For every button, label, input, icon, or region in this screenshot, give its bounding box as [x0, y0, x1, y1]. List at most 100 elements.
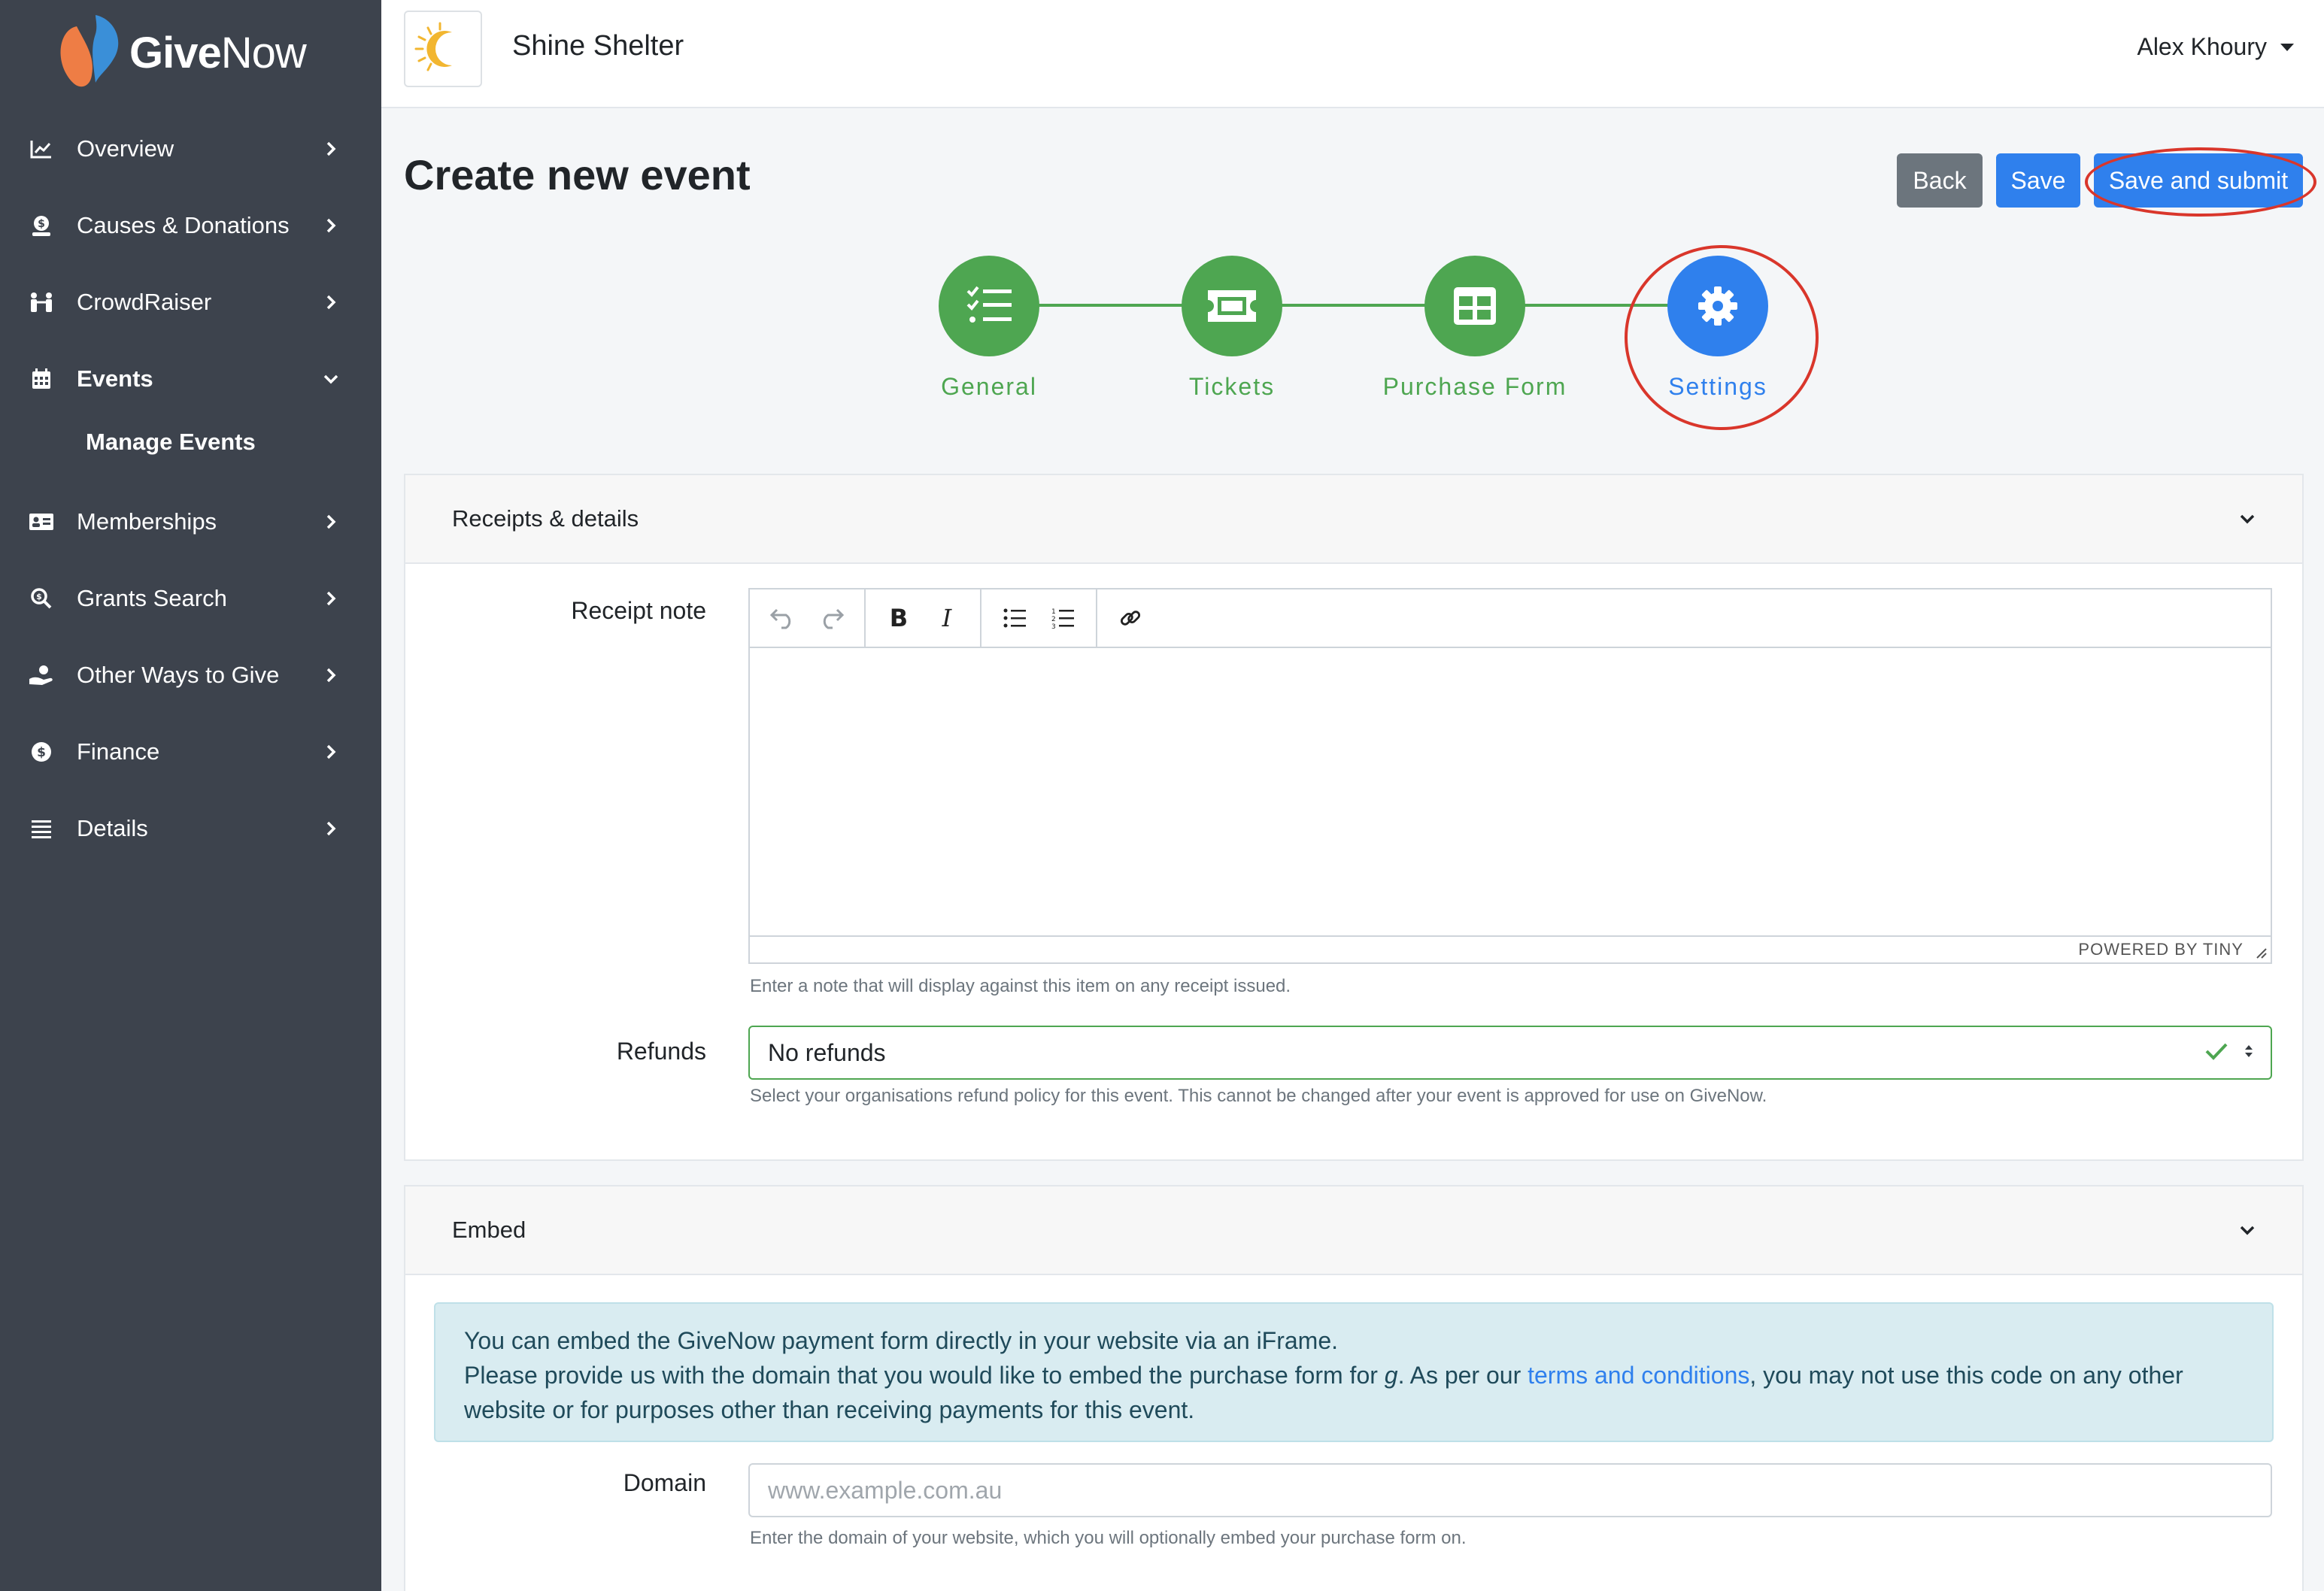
sidebar-item-grants-search[interactable]: $ Grants Search	[0, 568, 381, 629]
sidebar-item-causes[interactable]: $ Causes & Donations	[0, 195, 381, 256]
undo-icon[interactable]	[759, 594, 807, 642]
svg-text:I: I	[942, 606, 953, 630]
chevron-right-icon	[320, 511, 342, 533]
sidebar-subitem-manage-events[interactable]: Manage Events	[86, 429, 256, 456]
sidebar-item-label: Events	[77, 365, 153, 392]
svg-text:1: 1	[1051, 608, 1056, 616]
caret-down-icon	[2280, 43, 2294, 51]
chevron-right-icon	[320, 817, 342, 840]
sidebar-item-label: Memberships	[77, 508, 217, 535]
givenow-logo[interactable]: GiveNow	[54, 11, 307, 95]
sidebar-item-events[interactable]: Events	[0, 349, 381, 409]
refunds-select[interactable]: No refunds	[748, 1026, 2272, 1080]
refunds-help: Select your organisations refund policy …	[750, 1086, 1767, 1106]
editor-toolbar: B I 123	[750, 589, 2271, 648]
chevron-right-icon	[320, 214, 342, 237]
people-icon	[29, 289, 54, 315]
refunds-label: Refunds	[616, 1038, 706, 1065]
receipts-section-title: Receipts & details	[452, 505, 639, 532]
embed-card-header[interactable]: Embed	[405, 1186, 2302, 1275]
toolbar-group-link	[1097, 589, 1164, 647]
org-logo[interactable]	[404, 11, 482, 87]
chevron-down-icon	[2236, 1219, 2259, 1241]
sidebar: GiveNow Overview $ Causes & Donations Cr…	[0, 0, 381, 1591]
save-button[interactable]: Save	[1996, 153, 2080, 208]
sidebar-item-details[interactable]: Details	[0, 799, 381, 859]
step-label-tickets[interactable]: Tickets	[1112, 373, 1352, 401]
save-and-submit-button[interactable]: Save and submit	[2094, 153, 2303, 208]
step-label-settings[interactable]: Settings	[1597, 373, 1838, 401]
terms-and-conditions-link[interactable]: terms and conditions	[1528, 1362, 1749, 1389]
toolbar-group-lists: 123	[981, 589, 1097, 647]
chevron-right-icon	[320, 587, 342, 610]
back-button[interactable]: Back	[1897, 153, 1983, 208]
toolbar-group-format: B I	[866, 589, 981, 647]
svg-text:3: 3	[1051, 623, 1056, 629]
chevron-down-icon	[320, 368, 342, 390]
editor-statusbar: POWERED BY TINY	[750, 935, 2271, 962]
receipts-card-header[interactable]: Receipts & details	[405, 475, 2302, 564]
sidebar-item-crowdraiser[interactable]: CrowdRaiser	[0, 272, 381, 332]
stepper-connector	[1524, 304, 1670, 307]
redo-icon[interactable]	[807, 594, 855, 642]
step-label-purchase-form[interactable]: Purchase Form	[1355, 373, 1595, 401]
toolbar-group-history	[750, 589, 866, 647]
step-purchase-form[interactable]	[1424, 256, 1525, 356]
sidebar-item-label: Overview	[77, 135, 174, 162]
calendar-icon	[29, 366, 54, 392]
embed-info-line1: You can embed the GiveNow payment form d…	[464, 1327, 1339, 1354]
sidebar-item-label: Details	[77, 815, 148, 841]
chevron-down-icon	[2236, 508, 2259, 530]
page-title: Create new event	[404, 151, 751, 198]
user-menu[interactable]: Alex Khoury	[2137, 33, 2294, 61]
numbered-list-icon[interactable]: 123	[1039, 594, 1087, 642]
sun-logo-icon	[414, 22, 452, 71]
embed-card: Embed You can embed the GiveNow payment …	[404, 1185, 2304, 1591]
svg-text:$: $	[37, 745, 46, 760]
dollar-circle-icon: $	[29, 739, 54, 765]
sidebar-item-label: Other Ways to Give	[77, 662, 280, 688]
embed-section-title: Embed	[452, 1217, 526, 1243]
chevron-right-icon	[320, 138, 342, 160]
italic-icon[interactable]: I	[923, 594, 971, 642]
editor-content-area[interactable]	[750, 648, 2271, 938]
step-general[interactable]	[939, 256, 1039, 356]
receipt-note-help: Enter a note that will display against t…	[750, 976, 1291, 996]
sidebar-item-overview[interactable]: Overview	[0, 119, 381, 179]
domain-help: Enter the domain of your website, which …	[750, 1528, 1467, 1548]
domain-input[interactable]	[748, 1463, 2272, 1517]
link-icon[interactable]	[1106, 594, 1154, 642]
logo-text: GiveNow	[129, 28, 307, 77]
hand-holding-icon	[29, 662, 54, 688]
step-tickets[interactable]	[1182, 256, 1282, 356]
sidebar-item-other-ways[interactable]: Other Ways to Give	[0, 645, 381, 705]
ticket-icon	[1208, 290, 1256, 322]
search-dollar-icon: $	[29, 586, 54, 611]
chevron-right-icon	[320, 741, 342, 763]
resize-handle-icon[interactable]	[2254, 946, 2268, 959]
chevron-right-icon	[320, 664, 342, 686]
sidebar-item-label: Finance	[77, 738, 160, 765]
chevron-right-icon	[320, 291, 342, 314]
receipt-note-label: Receipt note	[571, 597, 706, 624]
embed-info-alert: You can embed the GiveNow payment form d…	[434, 1302, 2274, 1442]
embed-info-line2: Please provide us with the domain that y…	[464, 1362, 2183, 1423]
chart-line-icon	[29, 136, 54, 162]
org-name: Shine Shelter	[512, 30, 684, 62]
id-card-icon	[29, 509, 54, 535]
receipts-card: Receipts & details Receipt note B I 123 …	[404, 474, 2304, 1161]
refunds-select-value: No refunds	[768, 1038, 886, 1066]
user-name: Alex Khoury	[2137, 33, 2267, 60]
step-label-general[interactable]: General	[869, 373, 1109, 401]
receipt-note-editor[interactable]: B I 123 POWERED BY TINY	[748, 588, 2272, 964]
sidebar-item-memberships[interactable]: Memberships	[0, 492, 381, 552]
step-settings[interactable]	[1667, 256, 1768, 356]
stepper-connector	[1038, 304, 1182, 307]
donate-icon: $	[29, 213, 54, 238]
bullet-list-icon[interactable]	[991, 594, 1039, 642]
gear-icon	[1698, 286, 1737, 326]
check-icon	[2204, 1041, 2228, 1065]
sidebar-item-finance[interactable]: $ Finance	[0, 722, 381, 782]
bold-icon[interactable]: B	[875, 594, 923, 642]
powered-by-tiny[interactable]: POWERED BY TINY	[2078, 940, 2244, 959]
